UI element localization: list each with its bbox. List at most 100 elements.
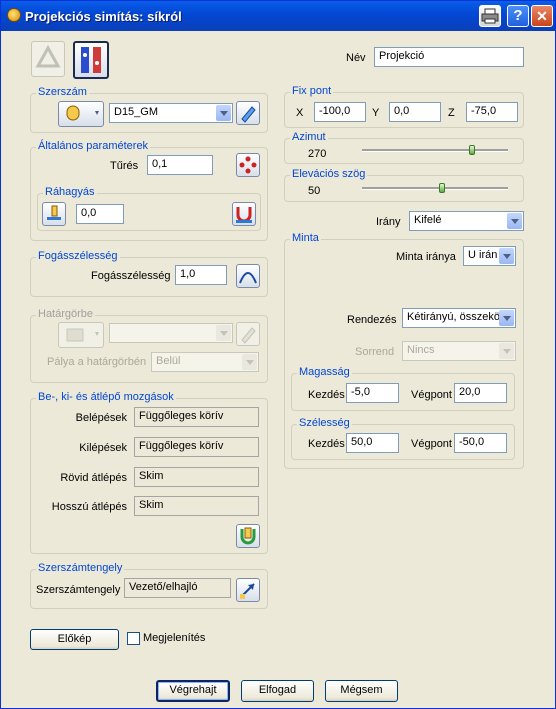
belepesek-label: Belépések	[75, 412, 127, 424]
edit-tool-button[interactable]	[236, 101, 260, 125]
tures-label: Tűrés	[110, 160, 139, 172]
recycle-icon	[35, 44, 61, 68]
points-icon	[239, 156, 257, 174]
azimut-slider[interactable]	[362, 149, 508, 152]
fix-z-label: Z	[448, 107, 455, 119]
elokep-button[interactable]: Előkép	[30, 629, 119, 650]
dialog-window: Projekciós simítás: síkról ? ✕ Név Proje…	[0, 0, 556, 709]
leads-links-button[interactable]	[236, 524, 260, 548]
palya-select[interactable]: Belül	[151, 352, 259, 372]
thickness-icon	[47, 205, 61, 220]
tool-axis-button[interactable]	[236, 578, 260, 602]
sorrend-value: Nincs	[407, 344, 435, 356]
minta-irany-label: Minta iránya	[396, 251, 456, 263]
help-icon: ?	[513, 7, 523, 24]
stepover-icon	[239, 272, 257, 284]
component-thickness-button[interactable]	[232, 202, 256, 226]
sorrend-label: Sorrend	[355, 346, 395, 358]
printer-icon	[481, 8, 499, 24]
stepover-button[interactable]	[236, 264, 260, 288]
altalanos-title: Általános paraméterek	[36, 140, 151, 152]
megjelenites-checkbox[interactable]	[127, 632, 140, 645]
fix-y-input[interactable]: 0,0	[389, 102, 441, 122]
pencil-icon	[241, 106, 256, 123]
sz-kezdes-input[interactable]: 50,0	[346, 433, 399, 453]
tures-input[interactable]: 0,1	[147, 155, 213, 175]
leads-icon	[240, 527, 256, 545]
rahagyas-title: Ráhagyás	[43, 186, 97, 198]
hosszu-atlepes-field[interactable]: Skim	[134, 496, 259, 516]
rendezes-select[interactable]: Kétirányú, összekö	[402, 308, 516, 328]
irany-label: Irány	[376, 216, 401, 228]
irany-select[interactable]: Kifelé	[409, 211, 524, 231]
boundary-icon	[66, 328, 99, 342]
mag-vegpont-label: Végpont	[411, 389, 452, 401]
mag-vegpont-input[interactable]: 20,0	[454, 383, 507, 403]
palya-label: Pálya a határgörbén	[47, 356, 147, 368]
title-bar: Projekciós simítás: síkról ? ✕	[1, 1, 555, 31]
fix-z-input[interactable]: -75,0	[466, 102, 518, 122]
kilepesek-field[interactable]: Függőleges körív	[134, 437, 259, 457]
tengely-field[interactable]: Vezető/elhajló	[124, 578, 231, 598]
fogas-input[interactable]: 1,0	[175, 265, 227, 285]
print-button[interactable]	[479, 5, 501, 27]
tool-select[interactable]: D15_GM	[109, 103, 233, 123]
rendezes-value: Kétirányú, összekö	[407, 311, 500, 323]
projection-strategy-button[interactable]	[73, 41, 109, 79]
megjelenites-label: Megjelenítés	[143, 632, 206, 644]
window-title: Projekciós simítás: síkról	[25, 9, 182, 24]
hosszu-atlepes-label: Hosszú átlépés	[51, 501, 127, 513]
nev-input[interactable]: Projekció	[374, 47, 524, 67]
help-button[interactable]: ?	[507, 5, 529, 27]
azimut-title: Azimut	[290, 131, 328, 143]
fix-y-label: Y	[372, 107, 380, 119]
irany-select-value: Kifelé	[414, 214, 442, 226]
sz-vegpont-input[interactable]: -50,0	[454, 433, 507, 453]
fixpont-title: Fix pont	[290, 85, 334, 97]
szelesseg-title: Szélesség	[297, 417, 352, 429]
elevacio-slider-thumb[interactable]	[439, 183, 446, 193]
magnet-icon	[236, 207, 252, 223]
rovid-atlepes-label: Rövid átlépés	[60, 472, 127, 484]
minta-irany-select[interactable]: U irán	[463, 246, 516, 266]
vegrehajt-button[interactable]: Végrehajt	[156, 680, 230, 702]
rovid-atlepes-field[interactable]: Skim	[134, 467, 259, 487]
fix-x-input[interactable]: -100,0	[314, 102, 366, 122]
tool-type-dropdown[interactable]	[58, 101, 104, 127]
azimut-slider-thumb[interactable]	[468, 145, 475, 155]
mag-kezdes-label: Kezdés	[308, 389, 345, 401]
mozgasok-title: Be-, ki- és átlépő mozgások	[36, 391, 176, 403]
close-button[interactable]: ✕	[531, 5, 553, 27]
sz-vegpont-label: Végpont	[411, 438, 452, 450]
projection-icon	[81, 47, 101, 73]
recycle-strategy-button[interactable]	[31, 41, 65, 77]
szerszam-title: Szerszám	[36, 86, 89, 98]
edit-boundary-button[interactable]	[236, 322, 260, 346]
fogas-title: Fogásszélesség	[36, 250, 120, 262]
rahagyas-group: Ráhagyás	[37, 186, 261, 231]
elfogad-button[interactable]: Elfogad	[241, 680, 314, 702]
rahagyas-input[interactable]: 0,0	[76, 204, 124, 224]
palya-select-value: Belül	[156, 355, 181, 367]
pencil-icon	[241, 327, 256, 344]
rendezes-label: Rendezés	[347, 314, 397, 326]
nev-label: Név	[346, 52, 366, 64]
sorrend-select[interactable]: Nincs	[402, 341, 516, 361]
app-icon	[7, 8, 21, 22]
tool-axis-icon	[240, 583, 255, 599]
mag-kezdes-input[interactable]: -5,0	[346, 383, 399, 403]
close-icon: ✕	[536, 8, 548, 24]
azimut-value: 270	[308, 148, 327, 160]
thickness-type-button[interactable]	[42, 202, 66, 226]
tengely-label: Szerszámtengely	[36, 584, 121, 596]
tool-icon	[66, 105, 99, 121]
tolerance-button[interactable]	[236, 153, 260, 177]
magassag-title: Magasság	[297, 366, 352, 378]
megsem-button[interactable]: Mégsem	[325, 680, 398, 702]
belepesek-field[interactable]: Függőleges körív	[134, 407, 259, 427]
minta-irany-value: U irán	[468, 249, 498, 261]
boundary-type-dropdown[interactable]	[58, 322, 104, 348]
boundary-select[interactable]	[109, 323, 233, 343]
elevacio-slider[interactable]	[362, 187, 508, 190]
hatargorbe-title: Határgörbe	[36, 308, 96, 320]
